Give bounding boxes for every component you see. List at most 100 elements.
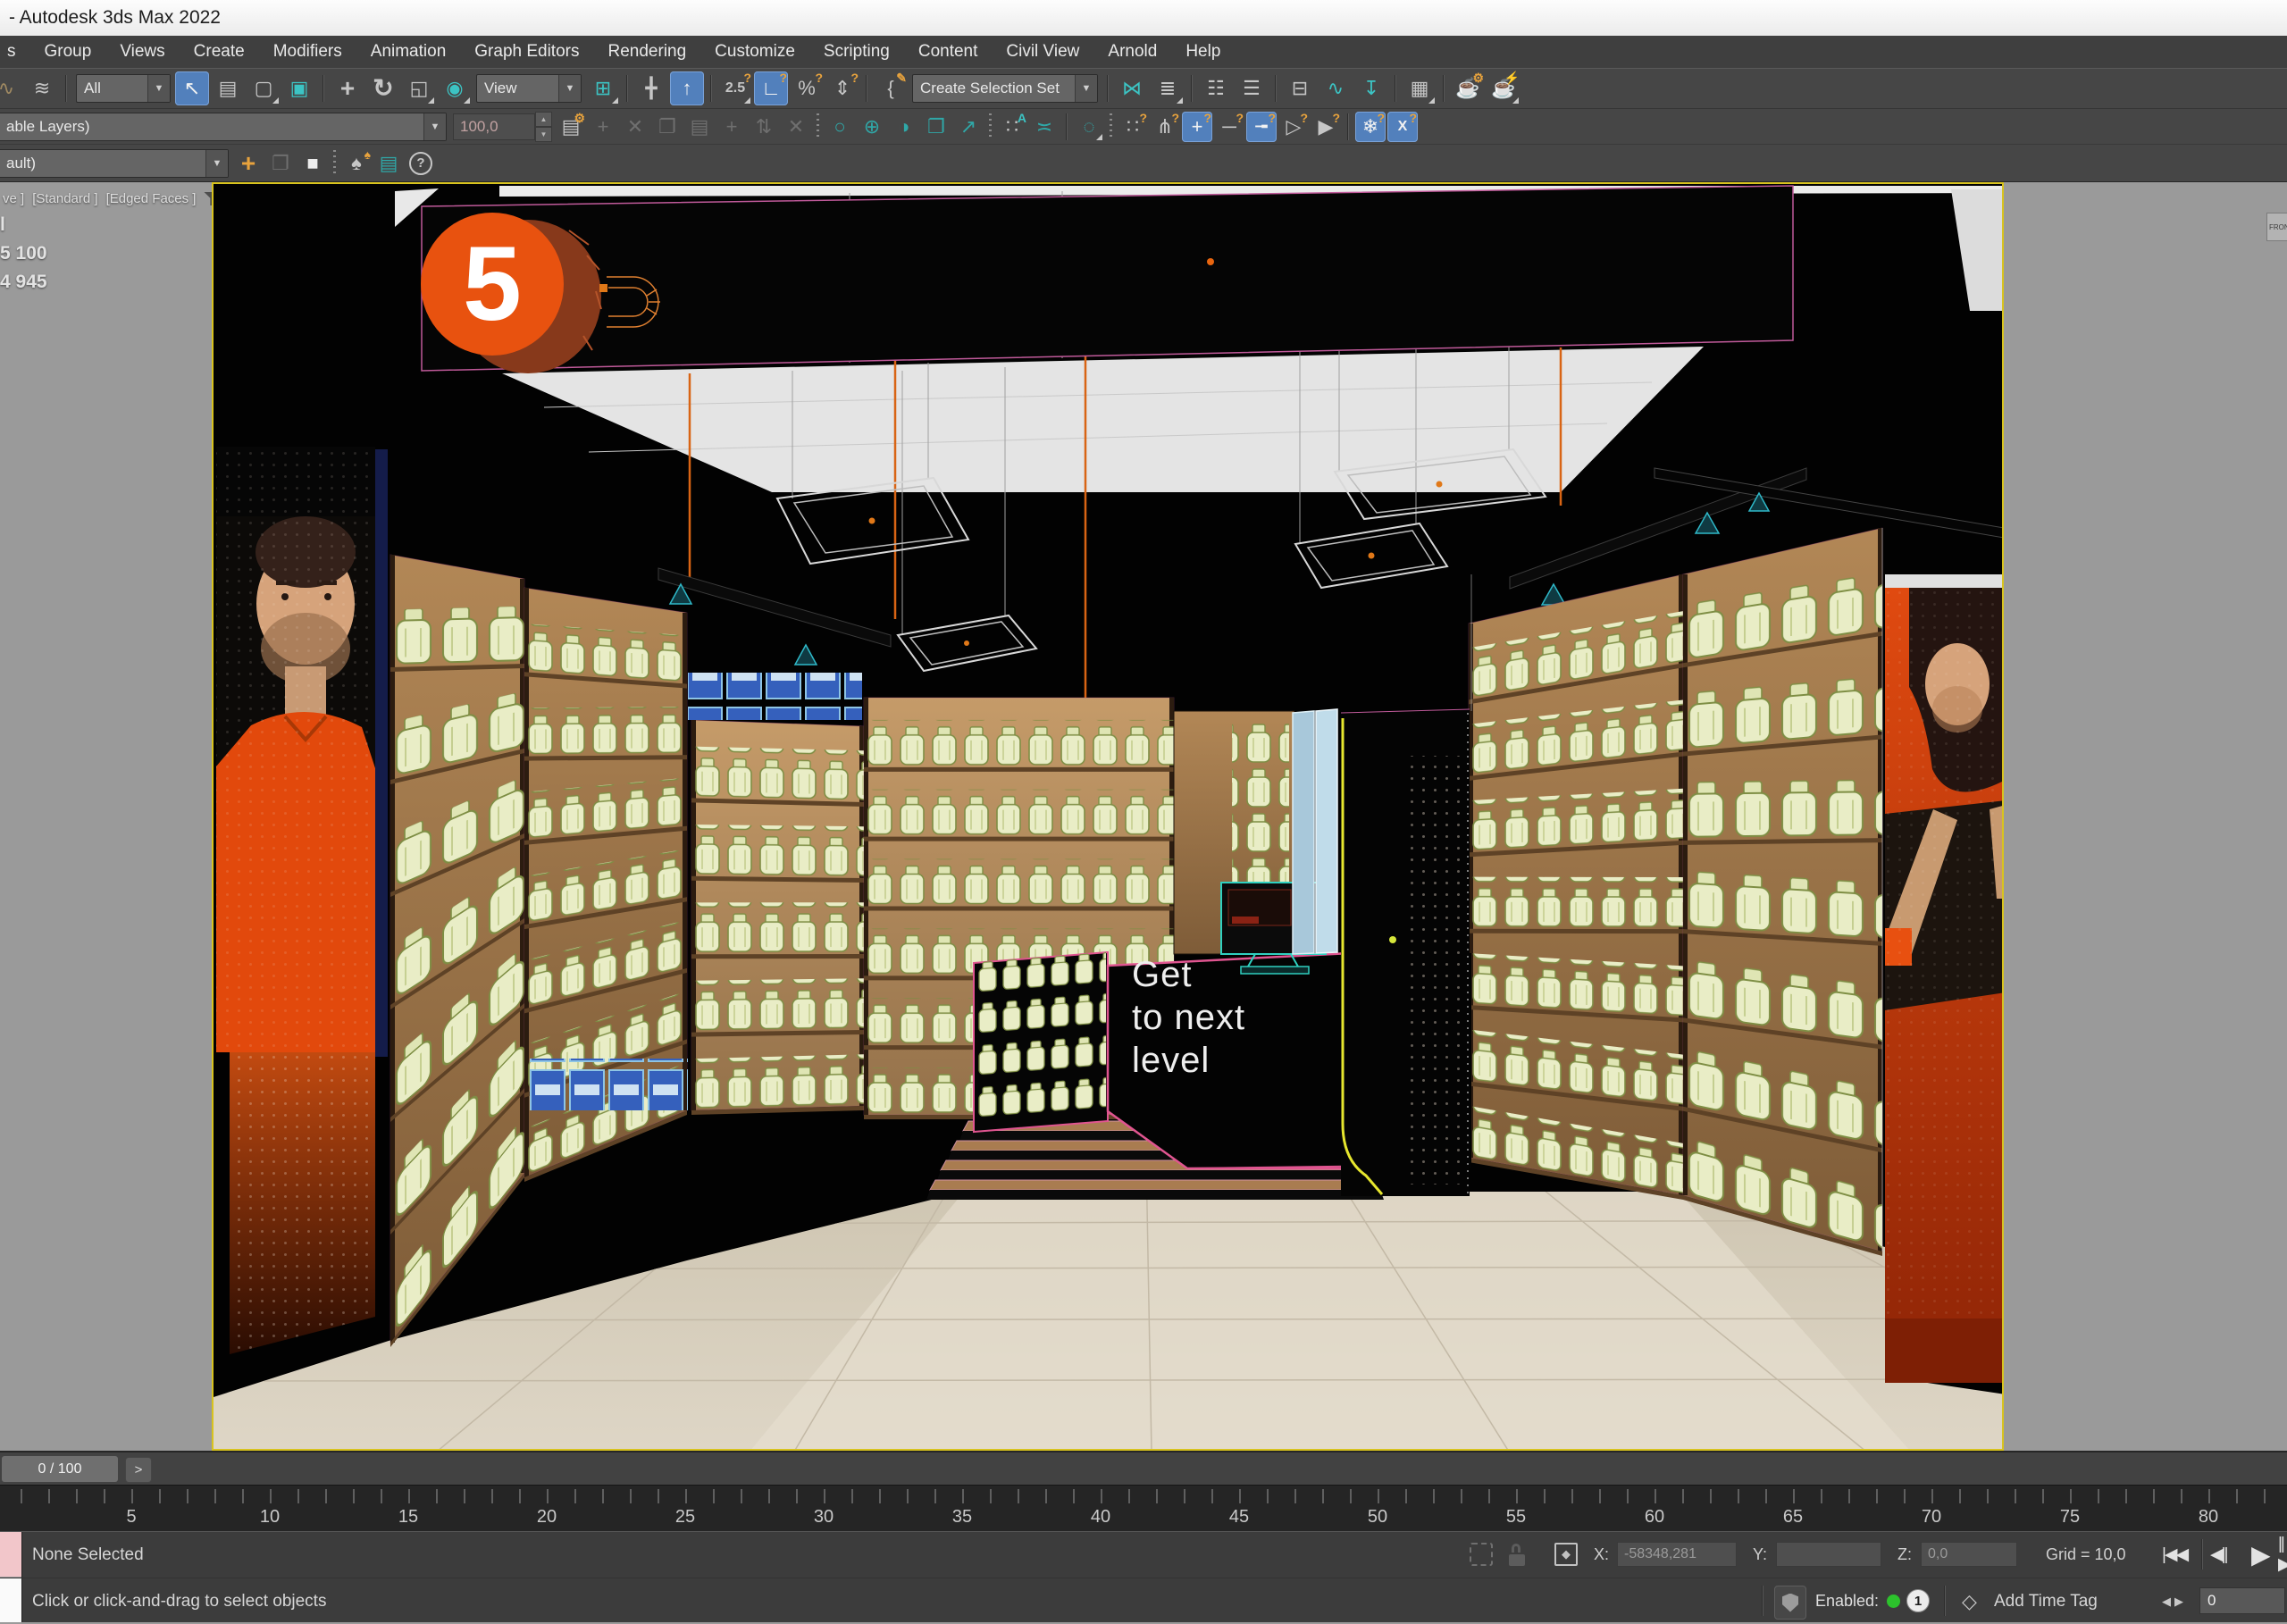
enabled-count-badge[interactable]: 1	[1906, 1589, 1930, 1612]
align-pivot-icon[interactable]: ○	[825, 112, 855, 142]
viewport[interactable]: ve ] [Standard ] [Edged Faces ] l 5 100 …	[0, 182, 2287, 1451]
menu-rendering[interactable]: Rendering	[594, 36, 701, 68]
delete-layer-icon[interactable]: ✕	[620, 112, 650, 142]
next-frame-button[interactable]: ||▶	[2278, 1532, 2287, 1578]
material-editor-icon[interactable]: ▦	[1403, 71, 1437, 105]
keyboard-override-icon[interactable]: ↑	[670, 71, 704, 105]
frame-spinner-arrows[interactable]: ◀▶	[2162, 1578, 2187, 1624]
select-and-rotate-icon[interactable]: ↻	[366, 71, 400, 105]
play-button[interactable]: ▶	[2251, 1532, 2269, 1578]
angle-snap-icon[interactable]: ∟?	[754, 71, 788, 105]
merge-layer-icon[interactable]: ⇅	[749, 112, 779, 142]
snaps-toggle-icon[interactable]: 2.5?	[718, 71, 752, 105]
select-and-place-icon[interactable]: ◉	[438, 71, 472, 105]
y-coordinate-field[interactable]	[1776, 1542, 1881, 1567]
snap-grid-points-icon[interactable]: ∷?	[1118, 112, 1148, 142]
z-coordinate-field[interactable]: 0,0	[1921, 1542, 2017, 1567]
go-to-start-button[interactable]: |◀◀	[2162, 1532, 2187, 1578]
scene-explorer-icon[interactable]: ☷	[1199, 71, 1233, 105]
viewport-style-label[interactable]: [Edged Faces ]	[106, 191, 197, 206]
layer-stack-icon[interactable]: ❐	[265, 148, 296, 179]
snap-face-icon[interactable]: ▶?	[1311, 112, 1341, 142]
help-icon[interactable]: ?	[406, 148, 436, 179]
align-icon[interactable]: ≣	[1151, 71, 1185, 105]
viewcube[interactable]: FRON	[2266, 213, 2287, 241]
viewport-pov-label[interactable]: ve ]	[3, 191, 24, 206]
layer-manager-icon[interactable]: ▤⚙	[556, 112, 586, 142]
menu-group[interactable]: Group	[30, 36, 106, 68]
layers-dropdown[interactable]: able Layers)▼	[0, 113, 447, 141]
color-swatch-icon[interactable]: ■	[297, 148, 328, 179]
layer-opacity-spinner[interactable]: 100,0▲▼	[453, 112, 552, 142]
menu-content[interactable]: Content	[904, 36, 993, 68]
select-and-link-icon[interactable]: ∿	[0, 71, 23, 105]
selection-region-icon[interactable]: ▢	[247, 71, 281, 105]
next-key-button[interactable]: >	[125, 1457, 152, 1483]
scene-explorer-dropdown[interactable]: ault)▼	[0, 149, 229, 178]
transform-typein-icon[interactable]: ◆	[1554, 1543, 1578, 1566]
quick-align-icon[interactable]: ∷A	[997, 112, 1027, 142]
menu-views[interactable]: Views	[105, 36, 179, 68]
use-pivot-point-icon[interactable]: ⊞	[586, 71, 620, 105]
menu-modifiers[interactable]: Modifiers	[259, 36, 356, 68]
chevron-down-icon[interactable]: ▼	[558, 75, 581, 102]
selection-filter-dropdown[interactable]: All▼	[76, 74, 171, 103]
isolate-selection-icon[interactable]: ◌	[1074, 112, 1104, 142]
reset-transform-icon[interactable]: ◑	[889, 112, 919, 142]
isolate-selection-icon[interactable]	[1470, 1543, 1493, 1566]
menu-civil-view[interactable]: Civil View	[992, 36, 1093, 68]
current-frame-field[interactable]: 0	[2199, 1587, 2285, 1614]
snap-x-axis-icon[interactable]: X?	[1387, 112, 1418, 142]
populate-trees-icon[interactable]: ♠♠	[341, 148, 372, 179]
snap-endpoint-icon[interactable]: ─?	[1214, 112, 1244, 142]
camera-view[interactable]: 5	[212, 182, 2004, 1451]
set-current-layer-icon[interactable]: +	[716, 112, 747, 142]
menu-animation[interactable]: Animation	[356, 36, 461, 68]
snap-vertex-icon[interactable]: +?	[1182, 112, 1212, 142]
select-layer-objects-icon[interactable]: ▤	[684, 112, 715, 142]
spinner-snap-icon[interactable]: ⇕?	[825, 71, 859, 105]
menu-help[interactable]: Help	[1171, 36, 1235, 68]
add-layer-icon[interactable]: +	[233, 148, 264, 179]
render-frame-icon[interactable]: ☕⚡	[1487, 71, 1520, 105]
snap-pivot-icon[interactable]: ⋔?	[1150, 112, 1180, 142]
layer-opacity-spinner-value[interactable]: 100,0	[453, 113, 535, 140]
menu-scripting[interactable]: Scripting	[809, 36, 904, 68]
chevron-down-icon[interactable]: ▼	[205, 150, 228, 177]
notes-document-icon[interactable]: ▤	[373, 148, 404, 179]
viewport-shading-label[interactable]: [Standard ]	[32, 191, 97, 206]
snap-frozen-icon[interactable]: ❄?	[1355, 112, 1386, 142]
select-object-icon[interactable]: ↖	[175, 71, 209, 105]
chevron-down-icon[interactable]: ▼	[423, 113, 446, 140]
track-bar-ruler[interactable]: 5101520253035404550556065707580	[0, 1485, 2287, 1531]
reference-coordinate-dropdown[interactable]: View▼	[476, 74, 582, 103]
mirror-icon[interactable]: ⋈	[1115, 71, 1149, 105]
schematic-view-icon[interactable]: ↧	[1354, 71, 1388, 105]
add-time-tag[interactable]: Add Time Tag	[1994, 1578, 2098, 1624]
select-and-move-icon[interactable]: +	[331, 71, 364, 105]
snap-normal-icon[interactable]: ▷?	[1278, 112, 1309, 142]
menu-create[interactable]: Create	[180, 36, 259, 68]
create-layer-icon[interactable]: +	[588, 112, 618, 142]
create-selection-set-dropdown[interactable]: Create Selection Set▼	[912, 74, 1098, 103]
measure-distance-icon[interactable]: ≍	[1029, 112, 1060, 142]
center-to-object-icon[interactable]: ⊕	[857, 112, 887, 142]
menu-arnold[interactable]: Arnold	[1093, 36, 1171, 68]
snap-midpoint-icon[interactable]: ╼?	[1246, 112, 1277, 142]
render-setup-icon[interactable]: ☕⚙	[1451, 71, 1485, 105]
time-slider-handle[interactable]: 0 / 100	[2, 1456, 118, 1482]
select-and-scale-icon[interactable]: ◱	[402, 71, 436, 105]
normal-align-icon[interactable]: ↗	[953, 112, 984, 142]
selection-lock-icon[interactable]	[1508, 1544, 1526, 1566]
menu-graph-editors[interactable]: Graph Editors	[460, 36, 593, 68]
reset-scale-icon[interactable]: ❐	[921, 112, 951, 142]
adaptive-degradation-icon[interactable]	[1774, 1586, 1806, 1620]
chevron-down-icon[interactable]: ▼	[1075, 75, 1097, 102]
menu-customize[interactable]: Customize	[700, 36, 809, 68]
layer-opacity-spinner-arrows[interactable]: ▲▼	[535, 112, 552, 142]
chevron-down-icon[interactable]: ▼	[147, 75, 170, 102]
remove-layer-icon[interactable]: ✕	[781, 112, 811, 142]
x-coordinate-field[interactable]: -58348,281	[1617, 1542, 1737, 1567]
previous-frame-button[interactable]: ◀||	[2210, 1532, 2226, 1578]
select-by-name-icon[interactable]: ▤	[211, 71, 245, 105]
